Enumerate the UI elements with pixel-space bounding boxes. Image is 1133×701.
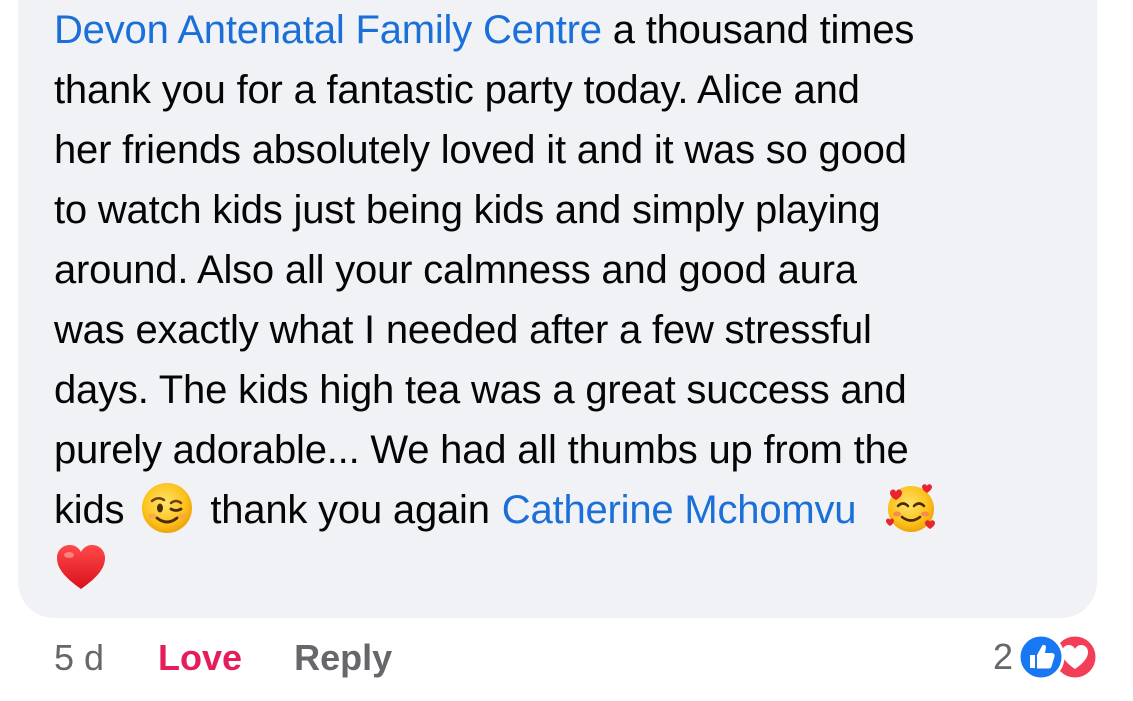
comment-line: thank you for a fantastic party today. A… [54, 68, 860, 112]
comment-line: her friends absolutely loved it and it w… [54, 128, 907, 172]
like-reaction-icon [1017, 633, 1065, 681]
comment-line: Devon Antenatal Family Centre a thousand… [54, 8, 915, 52]
reaction-icons [1017, 633, 1099, 681]
reaction-count: 2 [992, 636, 1013, 677]
reply-button[interactable]: Reply [294, 637, 392, 679]
red-heart-emoji-icon [54, 541, 108, 595]
comment-line [54, 540, 1064, 600]
comment-line: purely adorable... We had all thumbs up … [54, 428, 909, 472]
timestamp[interactable]: 5 d [54, 637, 104, 679]
comment-view: Devon Antenatal Family Centre a thousand… [0, 0, 1133, 701]
author-link[interactable]: Devon Antenatal Family Centre [54, 8, 602, 52]
smiling-face-with-hearts-emoji-icon [882, 479, 940, 537]
comment-line: kids thank you again Catherine Mchomvu [54, 480, 1064, 540]
comment-line: days. The kids high tea was a great succ… [54, 368, 907, 412]
mention-link[interactable]: Catherine Mchomvu [502, 488, 857, 532]
reaction-summary[interactable]: 2 [993, 630, 1099, 684]
comment-line: around. Also all your calmness and good … [54, 248, 857, 292]
love-button[interactable]: Love [158, 637, 242, 679]
comment-line: to watch kids just being kids and simply… [54, 188, 881, 232]
winking-face-emoji-icon [140, 481, 194, 535]
comment-actions: 5 d Love Reply [54, 633, 392, 683]
comment-body: Devon Antenatal Family Centre a thousand… [54, 0, 1064, 600]
comment-line: was exactly what I needed after a few st… [54, 308, 872, 352]
